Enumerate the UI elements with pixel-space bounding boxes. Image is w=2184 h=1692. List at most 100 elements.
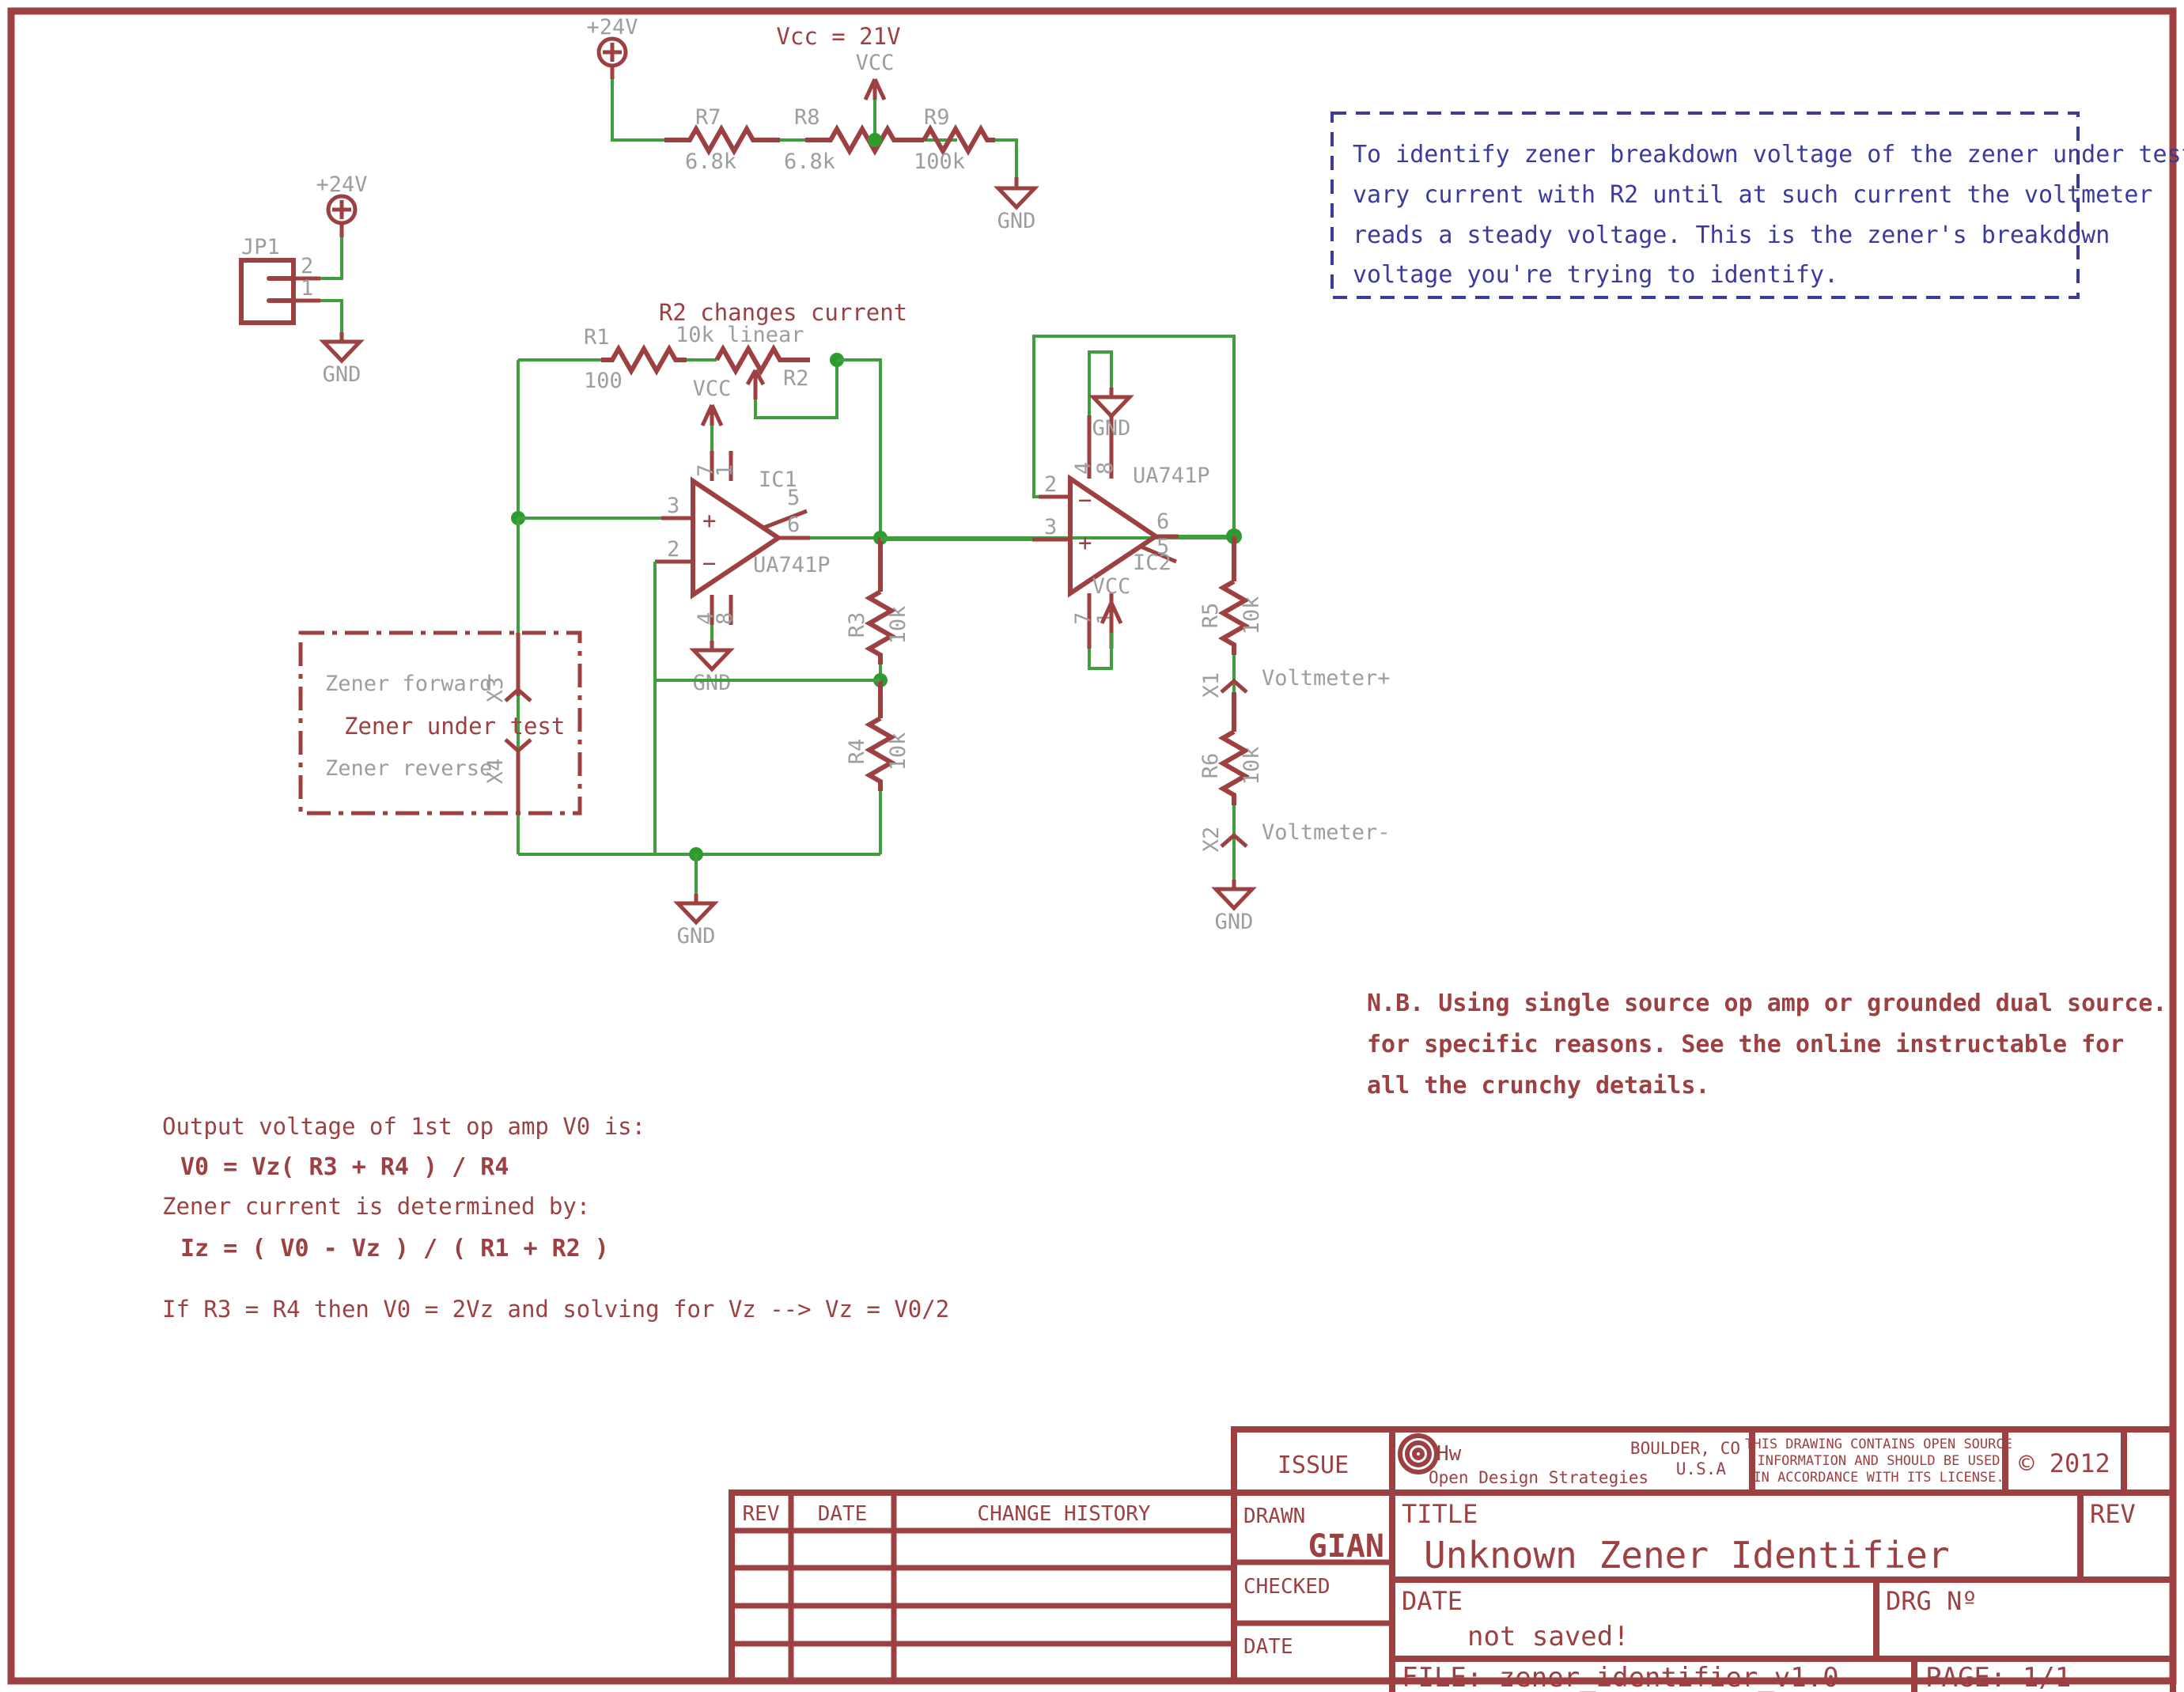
wire-ic2-vcc-loop <box>1088 633 1113 670</box>
file-value: FILE: zener_identifier_v1.0 <box>1402 1662 1839 1692</box>
r8-ref: R8 <box>794 105 820 130</box>
jp1-body <box>239 258 296 325</box>
date-left-label: DATE <box>1243 1635 1293 1659</box>
date-column-header: DATE <box>818 1502 868 1526</box>
vcc-note: Vcc = 21V <box>776 23 900 50</box>
drawn-by-value: GIAN <box>1308 1528 1384 1565</box>
r2-ref: R2 <box>783 366 809 391</box>
formula-group: Output voltage of 1st op amp V0 is: V0 =… <box>162 1113 949 1323</box>
nb-line-2: for specific reasons. See the online ins… <box>1367 1031 2124 1058</box>
ic2-plus-sign: + <box>1078 529 1092 556</box>
r7-value: 6.8k <box>685 150 736 174</box>
schematic-sheet: Vcc = 21V +24V R7 6.8k R8 6.8k VCC R9 10… <box>0 0 2184 1692</box>
supply-divider-group: Vcc = 21V +24V R7 6.8k R8 6.8k VCC R9 10… <box>586 15 1039 233</box>
ic1-part: UA741P <box>753 553 831 577</box>
formula-line-3: If R3 = R4 then V0 = 2Vz and solving for… <box>162 1296 949 1323</box>
logo-text: Hw <box>1436 1442 1462 1466</box>
formula-line-2: Zener current is determined by: <box>162 1193 590 1220</box>
wire-ic2-feedback <box>1032 335 1236 536</box>
ic2-gnd-symbol <box>1088 395 1134 419</box>
r3-value: 10k <box>886 606 910 645</box>
date-value: not saved! <box>1467 1621 1629 1652</box>
r5-value: 10k <box>1240 596 1264 635</box>
bottom-gnd-label: GND <box>677 924 716 948</box>
formula-eq-1: V0 = Vz( R3 + R4 ) / R4 <box>180 1153 509 1181</box>
ic1-minus-sign: − <box>702 550 716 577</box>
change-history-column-header: CHANGE HISTORY <box>977 1502 1150 1526</box>
ic1-pin5-lead <box>761 509 808 531</box>
rev-label: REV <box>2090 1499 2136 1529</box>
ic2-pin8-number: 8 <box>1093 462 1118 475</box>
ic2-pin4-number: 4 <box>1071 462 1096 475</box>
opamp-ic2: 2 3 6 5 4 8 7 1 − + UA741P IC2 GND VCC <box>880 335 1236 670</box>
r7-ref: R7 <box>695 105 721 130</box>
r6-value: 10k <box>1240 747 1264 785</box>
ic1-pin1-number: 1 <box>713 464 737 477</box>
rev-column-header: REV <box>743 1502 780 1526</box>
ic2-pin7-number: 7 <box>1071 612 1096 625</box>
jp1-source-label: +24V <box>316 172 367 197</box>
nb-line-1: N.B. Using single source op amp or groun… <box>1367 990 2167 1017</box>
zener-under-test-box: Zener forward Zener under test Zener rev… <box>298 630 582 816</box>
voltmeter-gnd-label: GND <box>1215 910 1254 934</box>
zener-box-title: Zener under test <box>344 713 565 740</box>
x4-ref: X4 <box>483 759 508 785</box>
supply-source-label: +24V <box>586 15 638 40</box>
r9-ref: R9 <box>924 105 950 130</box>
ic2-pin3-number: 3 <box>1044 515 1057 539</box>
instruction-line-1: To identify zener breakdown voltage of t… <box>1353 141 2184 168</box>
title-block: ISSUE REV DATE CHANGE HISTORY DRAWN GIAN… <box>729 1426 2176 1692</box>
r5-ref: R5 <box>1198 603 1223 629</box>
resistor-r7: R7 6.8k <box>664 105 780 174</box>
wire-r2-to-r3node <box>837 358 882 535</box>
ic2-pin6-number: 6 <box>1156 509 1169 534</box>
r9-value: 100k <box>914 150 965 174</box>
drg-no-label: DRG Nº <box>1886 1586 1978 1616</box>
ic1-plus-sign: + <box>702 507 716 534</box>
date-label: DATE <box>1402 1586 1463 1616</box>
company-city: BOULDER, CO <box>1630 1439 1740 1458</box>
gnd-symbol-jp1: GND <box>319 332 365 387</box>
gnd-label-supply: GND <box>997 209 1036 233</box>
x2-label: Voltmeter- <box>1262 820 1391 845</box>
instruction-line-4: voltage you're trying to identify. <box>1353 261 1838 289</box>
company-logo: Hw <box>1398 1433 1462 1474</box>
ic2-gnd-label: GND <box>1092 416 1131 441</box>
company-name: Open Design Strategies <box>1429 1468 1648 1487</box>
r1-ref: R1 <box>584 325 610 350</box>
ic1-vcc-arrow <box>700 403 724 427</box>
date-cell <box>1389 1577 1879 1662</box>
ic2-vcc-arrow <box>1100 601 1123 625</box>
x3-ref: X3 <box>483 677 508 703</box>
nb-note-group: N.B. Using single source op amp or groun… <box>1367 990 2167 1100</box>
wire-r9-gnd <box>995 138 1018 177</box>
title-value: Unknown Zener Identifier <box>1424 1534 1950 1577</box>
license-line-2: INFORMATION AND SHOULD BE USED <box>1757 1453 2000 1469</box>
voltmeter-gnd-symbol <box>1211 887 1257 911</box>
header-spacer-cell <box>2121 1426 2176 1496</box>
nb-line-3: all the crunchy details. <box>1367 1072 1709 1100</box>
license-line-3: IN ACCORDANCE WITH ITS LICENSE. <box>1753 1470 2004 1486</box>
r3-ref: R3 <box>845 612 869 638</box>
bottom-gnd-symbol <box>673 901 719 925</box>
zener-forward-label: Zener forward <box>325 672 492 696</box>
ic2-minus-sign: − <box>1078 486 1092 513</box>
r2-title-note: R2 changes current <box>659 299 907 326</box>
ic2-pin2-number: 2 <box>1044 472 1057 497</box>
r6-ref: R6 <box>1198 753 1223 779</box>
license-line-1: THIS DRAWING CONTAINS OPEN SOURCE <box>1745 1436 2012 1452</box>
drawn-label: DRAWN <box>1243 1505 1305 1528</box>
ic2-part: UA741P <box>1133 464 1210 488</box>
formula-line-1: Output voltage of 1st op amp V0 is: <box>162 1113 645 1140</box>
r4-value: 10k <box>886 732 910 771</box>
jp1-ref: JP1 <box>241 235 280 259</box>
jp1-pin1-number: 1 <box>301 276 313 301</box>
r1-value: 100 <box>584 369 623 393</box>
ic1-vcc-label: VCC <box>693 377 732 401</box>
ic1-ref: IC1 <box>759 467 797 492</box>
r4-ref: R4 <box>845 739 869 765</box>
x1-ref: X1 <box>1199 672 1224 698</box>
r2-value: 10k linear <box>676 323 804 347</box>
connector-jp1-group: JP1 2 1 +24V GND <box>239 172 368 387</box>
issue-label: ISSUE <box>1277 1452 1349 1479</box>
